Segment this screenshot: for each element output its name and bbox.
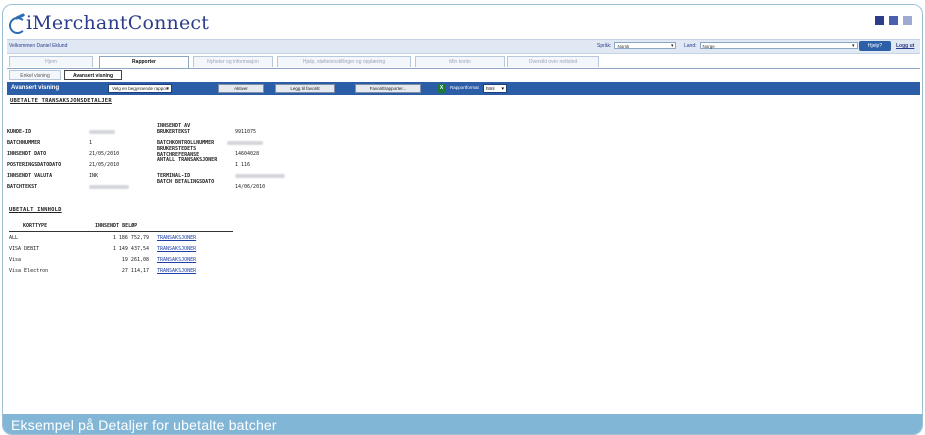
activate-button[interactable]: Aktiver xyxy=(218,84,264,93)
transactions-link[interactable]: TRANSAKSJONER xyxy=(157,257,196,263)
table-cell-amount: 1 186 752,79 xyxy=(112,235,149,241)
transactions-link[interactable]: TRANSAKSJONER xyxy=(157,246,196,252)
subtab-avansert-visning[interactable]: Avansert visning xyxy=(64,70,122,80)
country-select[interactable]: Norge ▾ xyxy=(699,42,858,49)
redacted-value xyxy=(227,141,263,145)
field-value: 21/05/2010 xyxy=(89,162,120,168)
report-select[interactable]: Velg en begynnende rapport ▾ xyxy=(108,84,172,93)
chevron-down-icon: ▾ xyxy=(670,43,674,49)
table-cell-amount: 27 114,17 xyxy=(121,268,149,274)
field-label: INNSENDT DATO xyxy=(7,151,47,157)
logo-text: iMerchantConnect xyxy=(26,12,210,34)
excel-icon[interactable]: X xyxy=(437,84,446,93)
field-label: INNSENDT VALUTA xyxy=(7,173,53,179)
field-value: 1 xyxy=(89,140,93,146)
image-caption: Eksempel på Detaljer for ubetalte batche… xyxy=(3,414,922,434)
field-value: 14604028 xyxy=(235,151,260,157)
field-label: BATCHNUMMER xyxy=(7,140,41,146)
main-tabs: Hjem Rapporter Nyheter og informasjon Hj… xyxy=(7,54,920,69)
chevron-down-icon: ▾ xyxy=(501,86,504,92)
screenshot-frame: iMerchantConnect Velkommen Daniel Eklund… xyxy=(2,4,923,435)
app-header: iMerchantConnect xyxy=(7,5,920,39)
section-title-transaction-details: UBETALTE TRANSAKSJONSDETALJER xyxy=(10,98,112,104)
section-title-unpaid-content: UBETALT INNHOLD xyxy=(9,207,62,213)
tab-nyheter[interactable]: Nyheter og informasjon xyxy=(193,56,273,67)
field-value: 1 116 xyxy=(235,162,251,168)
redacted-value xyxy=(89,130,115,134)
table-cell-amount: 1 149 437,54 xyxy=(112,246,149,252)
table-cell-card: Visa xyxy=(9,257,22,263)
field-value: 9911075 xyxy=(235,129,257,135)
add-favorite-button[interactable]: Legg til favoritt xyxy=(275,84,335,93)
subtab-enkel-visning[interactable]: Enkel visning xyxy=(9,70,61,80)
transactions-link[interactable]: TRANSAKSJONER xyxy=(157,235,196,241)
field-label: POSTERINGSDATODATO xyxy=(7,162,62,168)
redacted-value xyxy=(235,174,285,178)
logout-link[interactable]: Logg ut xyxy=(896,43,914,49)
tab-oversikt[interactable]: Oversikt over nettsted xyxy=(507,56,599,67)
language-label: Språk: xyxy=(597,42,612,49)
country-label: Land: xyxy=(684,42,697,49)
column-header-card-type: KORTTYPE xyxy=(23,223,48,229)
header-icons xyxy=(875,16,912,25)
field-label: BATCH BETALINGSDATO xyxy=(157,179,215,185)
country-value: Norge xyxy=(702,44,715,49)
welcome-bar: Velkommen Daniel Eklund Språk: Norsk ▾ L… xyxy=(7,39,920,54)
field-value: 21/05/2010 xyxy=(89,151,120,157)
tab-hjem[interactable]: Hjem xyxy=(9,56,93,67)
field-label: KUNDE-ID xyxy=(7,129,32,135)
field-label: ANTALL TRANSAKSJONER xyxy=(157,157,218,163)
language-value: Norsk xyxy=(617,44,630,49)
favorite-reports-button[interactable]: Favorittrapporter... xyxy=(355,84,421,93)
format-select[interactable]: html ▾ xyxy=(483,84,507,93)
report-toolbar: Avansert visning Velg en begynnende rapp… xyxy=(7,82,920,95)
table-cell-card: ALL xyxy=(9,235,19,241)
square-dark-icon[interactable] xyxy=(875,16,884,25)
language-control: Språk: Norsk ▾ xyxy=(597,42,677,49)
tab-rapporter[interactable]: Rapporter xyxy=(99,56,189,68)
field-label: BATCHTEKST xyxy=(7,184,38,190)
column-header-amount: INNSENDT BELØP xyxy=(95,223,138,229)
caption-text: Eksempel på Detaljer for ubetalte batche… xyxy=(11,417,277,433)
welcome-text: Velkommen Daniel Eklund xyxy=(9,43,68,49)
chevron-down-icon: ▾ xyxy=(852,43,855,49)
country-control: Land: Norge ▾ xyxy=(684,42,858,49)
logo-swoosh-icon xyxy=(9,15,26,34)
language-select[interactable]: Norsk ▾ xyxy=(614,42,677,49)
logo[interactable]: iMerchantConnect xyxy=(9,11,209,35)
toolbar-title: Avansert visning xyxy=(11,85,60,91)
transactions-link[interactable]: TRANSAKSJONER xyxy=(157,268,196,274)
field-value: INK xyxy=(89,173,99,179)
square-medium-icon[interactable] xyxy=(889,16,898,25)
chevron-down-icon: ▾ xyxy=(166,86,169,92)
help-button[interactable]: Hjelp? xyxy=(859,41,891,51)
tab-hjelp[interactable]: Hjelp, støtteinnstillinger og opplæring xyxy=(277,56,411,67)
format-value: html xyxy=(486,86,495,91)
table-cell-card: VISA DEBIT xyxy=(9,246,40,252)
table-divider xyxy=(9,231,233,232)
square-light-icon[interactable] xyxy=(903,16,912,25)
app-window: iMerchantConnect Velkommen Daniel Eklund… xyxy=(7,5,920,413)
format-label: Rapportformat xyxy=(450,85,479,90)
table-cell-card: Visa Electron xyxy=(9,268,49,274)
view-subtabs: Enkel visning Avansert visning xyxy=(7,69,920,81)
report-select-value: Velg en begynnende rapport xyxy=(112,86,169,91)
table-cell-amount: 19 261,08 xyxy=(121,257,149,263)
field-value: 14/06/2010 xyxy=(235,184,266,190)
redacted-value xyxy=(89,185,129,189)
field-label: INNSENDT AV BRUKERTEKST xyxy=(157,123,191,135)
tab-min-konto[interactable]: Min konto xyxy=(415,56,505,67)
